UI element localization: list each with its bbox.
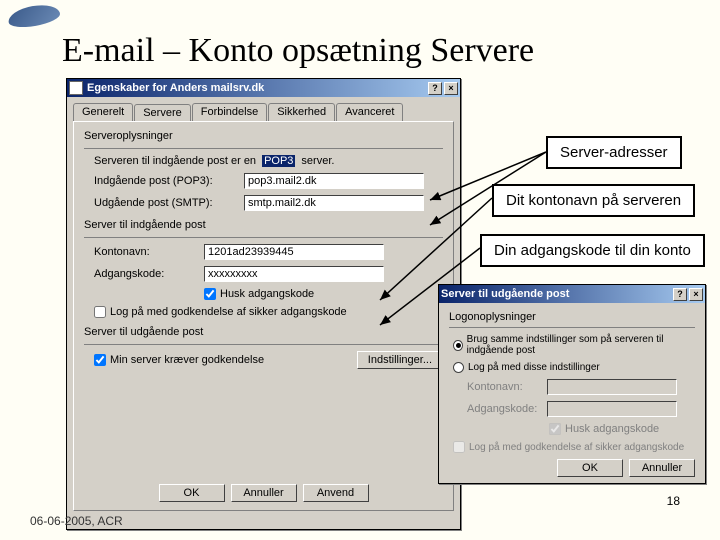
incoming-type-label-a: Serveren til indgående post er en <box>94 155 256 167</box>
radio-same-settings-label: Brug samme indstillinger som på serveren… <box>467 334 695 356</box>
remember-checkbox-2 <box>549 423 561 435</box>
callout-account-name: Dit kontonavn på serveren <box>492 184 695 217</box>
tab-strip: Generelt Servere Forbindelse Sikkerhed A… <box>73 103 454 121</box>
pop3-label: Indgående post (POP3): <box>94 175 244 187</box>
callout-server-addresses: Server-adresser <box>546 136 682 169</box>
window-icon <box>69 81 83 95</box>
window-title: Egenskaber for Anders mailsrv.dk <box>87 82 264 94</box>
close-button-2[interactable]: × <box>689 288 703 301</box>
ok-button[interactable]: OK <box>159 484 225 502</box>
outgoing-server-dialog: Server til udgående post ? × Logonoplysn… <box>438 284 706 484</box>
incoming-type-label-b: server. <box>301 155 334 167</box>
cancel-button[interactable]: Annuller <box>231 484 297 502</box>
pop3-input[interactable] <box>244 173 424 189</box>
apply-button[interactable]: Anvend <box>303 484 369 502</box>
group-server-info: Serveroplysninger Serveren til indgående… <box>84 130 443 211</box>
tab-servere[interactable]: Servere <box>134 104 191 122</box>
secure-auth-checkbox[interactable] <box>94 306 106 318</box>
group-title-incoming: Server til indgående post <box>84 219 443 231</box>
radio-same-settings[interactable] <box>453 340 463 351</box>
group-title-logon: Logonoplysninger <box>449 311 695 323</box>
secure-auth-label: Log på med godkendelse af sikker adgangs… <box>110 306 347 318</box>
group-title-outgoing: Server til udgående post <box>84 326 443 338</box>
password-label: Adgangskode: <box>94 268 204 280</box>
callout-password: Din adgangskode til din konto <box>480 234 705 267</box>
remember-password-label: Husk adgangskode <box>220 288 314 300</box>
radio-these-settings[interactable] <box>453 362 464 373</box>
window-title-2: Server til udgående post <box>441 288 569 300</box>
slide-footer: 06-06-2005, ACR <box>30 514 123 528</box>
tab-generelt[interactable]: Generelt <box>73 103 133 121</box>
server-requires-auth-label: Min server kræver godkendelse <box>110 354 264 366</box>
smtp-label: Udgående post (SMTP): <box>94 197 244 209</box>
password-input[interactable] <box>204 266 384 282</box>
secure-checkbox-2 <box>453 441 465 453</box>
settings-button[interactable]: Indstillinger... <box>357 351 443 369</box>
radio-these-settings-label: Log på med disse indstillinger <box>468 362 600 373</box>
dialog2-body: Logonoplysninger Brug samme indstillinge… <box>439 303 705 485</box>
help-button[interactable]: ? <box>428 82 442 95</box>
password-label-2: Adgangskode: <box>467 403 547 415</box>
titlebar: Egenskaber for Anders mailsrv.dk ? × <box>67 79 460 97</box>
incoming-type-value: POP3 <box>262 155 295 167</box>
account-label-2: Kontonavn: <box>467 381 547 393</box>
logo <box>7 2 62 31</box>
tab-panel: Serveroplysninger Serveren til indgående… <box>73 121 454 511</box>
tab-sikkerhed[interactable]: Sikkerhed <box>268 103 335 121</box>
group-incoming: Server til indgående post Kontonavn: Adg… <box>84 219 443 318</box>
account-input[interactable] <box>204 244 384 260</box>
server-requires-auth-checkbox[interactable] <box>94 354 106 366</box>
remember-label-2: Husk adgangskode <box>565 423 659 435</box>
ok-button-2[interactable]: OK <box>557 459 623 477</box>
help-button-2[interactable]: ? <box>673 288 687 301</box>
properties-dialog: Egenskaber for Anders mailsrv.dk ? × Gen… <box>66 78 461 530</box>
titlebar-2: Server til udgående post ? × <box>439 285 705 303</box>
cancel-button-2[interactable]: Annuller <box>629 459 695 477</box>
password-input-2 <box>547 401 677 417</box>
smtp-input[interactable] <box>244 195 424 211</box>
tab-forbindelse[interactable]: Forbindelse <box>192 103 267 121</box>
page-title: E-mail – Konto opsætning Servere <box>62 32 534 70</box>
dialog-buttons: OK Annuller Anvend <box>74 484 453 502</box>
close-button[interactable]: × <box>444 82 458 95</box>
group-outgoing: Server til udgående post Min server kræv… <box>84 326 443 369</box>
account-label: Kontonavn: <box>94 246 204 258</box>
remember-password-checkbox[interactable] <box>204 288 216 300</box>
tab-avanceret[interactable]: Avanceret <box>336 103 403 121</box>
slide-number: 18 <box>667 494 680 508</box>
account-input-2 <box>547 379 677 395</box>
group-title-server-info: Serveroplysninger <box>84 130 443 142</box>
secure-label-2: Log på med godkendelse af sikker adgangs… <box>469 442 684 453</box>
